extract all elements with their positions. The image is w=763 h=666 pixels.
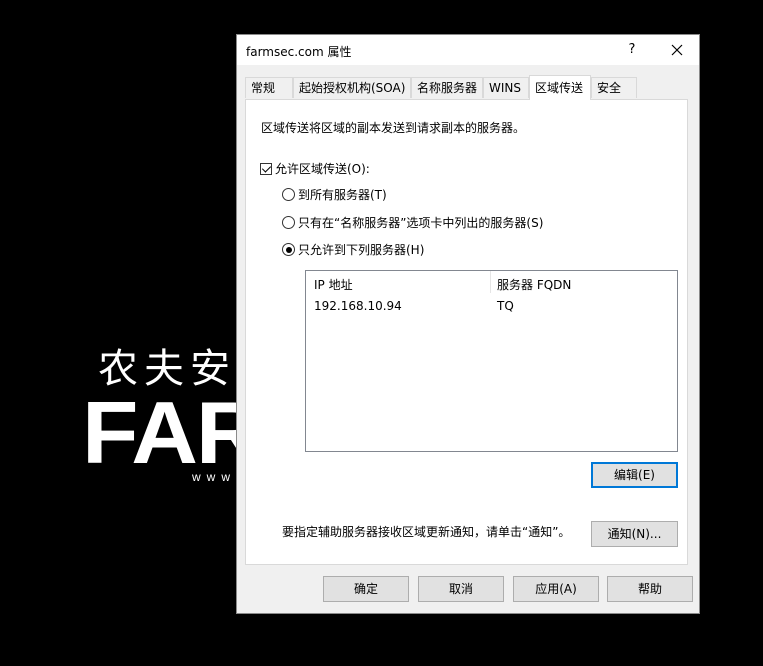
allow-transfer-row[interactable]: 允许区域传送(O): <box>260 160 370 177</box>
properties-dialog: farmsec.com 属性 ? 常规 起始授权机构(SOA) 名称服务器 WI… <box>236 34 700 614</box>
notify-button[interactable]: 通知(N)... <box>591 521 678 547</box>
cell-fqdn: TQ <box>497 299 514 313</box>
server-list[interactable]: IP 地址 服务器 FQDN 192.168.10.94 TQ <box>305 270 678 452</box>
column-server-fqdn[interactable]: 服务器 FQDN <box>497 276 571 293</box>
radio-all-servers-label: 到所有服务器(T) <box>298 188 387 202</box>
radio-all-servers[interactable]: 到所有服务器(T) <box>282 186 387 203</box>
panel-description: 区域传送将区域的副本发送到请求副本的服务器。 <box>261 121 526 135</box>
zone-transfer-panel: 区域传送将区域的副本发送到请求副本的服务器。 允许区域传送(O): 到所有服务器… <box>245 99 688 565</box>
notify-description: 要指定辅助服务器接收区域更新通知，请单击“通知”。 <box>282 525 571 539</box>
cell-ip: 192.168.10.94 <box>314 299 402 313</box>
list-header: IP 地址 服务器 FQDN <box>306 271 677 295</box>
tab-wins[interactable]: WINS <box>483 77 529 98</box>
allow-transfer-label: 允许区域传送(O): <box>275 162 370 176</box>
radio-following-servers-button[interactable] <box>282 243 295 256</box>
tab-security[interactable]: 安全 <box>591 77 637 98</box>
apply-button[interactable]: 应用(A) <box>513 576 599 602</box>
radio-name-servers-only[interactable]: 只有在“名称服务器”选项卡中列出的服务器(S) <box>282 214 543 231</box>
tab-soa[interactable]: 起始授权机构(SOA) <box>293 77 411 98</box>
allow-transfer-checkbox[interactable] <box>260 163 272 175</box>
radio-name-servers-only-button[interactable] <box>282 216 295 229</box>
radio-following-servers-label: 只允许到下列服务器(H) <box>298 243 425 257</box>
tab-zone-transfers[interactable]: 区域传送 <box>529 75 591 100</box>
radio-name-servers-only-label: 只有在“名称服务器”选项卡中列出的服务器(S) <box>298 216 544 230</box>
close-icon[interactable] <box>666 40 688 60</box>
title-bar: farmsec.com 属性 ? <box>237 35 699 65</box>
cancel-button[interactable]: 取消 <box>418 576 504 602</box>
radio-following-servers[interactable]: 只允许到下列服务器(H) <box>282 241 424 258</box>
help-button[interactable]: 帮助 <box>607 576 693 602</box>
column-ip-address[interactable]: IP 地址 <box>314 276 353 293</box>
help-icon[interactable]: ? <box>622 40 642 60</box>
tab-general[interactable]: 常规 <box>245 77 293 98</box>
ok-button[interactable]: 确定 <box>323 576 409 602</box>
table-row[interactable]: 192.168.10.94 TQ <box>306 296 677 316</box>
edit-button[interactable]: 编辑(E) <box>591 462 678 488</box>
radio-all-servers-button[interactable] <box>282 188 295 201</box>
dialog-title: farmsec.com 属性 <box>246 45 352 59</box>
column-divider[interactable] <box>490 271 491 293</box>
tab-name-servers[interactable]: 名称服务器 <box>411 77 483 98</box>
